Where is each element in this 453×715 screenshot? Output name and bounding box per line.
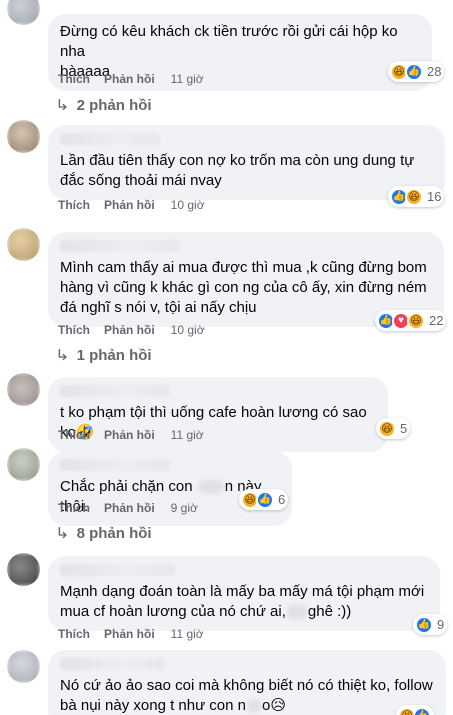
reply-button[interactable]: Phản hồi xyxy=(104,72,155,86)
redacted-word xyxy=(247,699,262,714)
replies-count: 1 phản hồi xyxy=(76,346,152,364)
haha-icon: 😆 xyxy=(405,187,423,206)
comment-bubble: Nó cứ ảo ảo sao coi mà không biết nó có … xyxy=(48,650,446,715)
avatar[interactable] xyxy=(7,553,40,586)
reaction-summary[interactable]: 😆 👍 28 xyxy=(388,61,445,82)
like-button[interactable]: Thích xyxy=(58,627,90,641)
reaction-count: 5 xyxy=(400,421,408,436)
reaction-count: 6 xyxy=(278,492,286,507)
reply-button[interactable]: Phản hồi xyxy=(104,428,155,442)
author-name-redacted[interactable] xyxy=(60,240,180,252)
like-icon: 👍 xyxy=(256,490,274,509)
comment-actions: Thích Phản hồi 10 giờ xyxy=(58,323,205,337)
author-name-redacted[interactable] xyxy=(60,459,170,471)
comment-time[interactable]: 10 giờ xyxy=(171,198,205,212)
reaction-summary[interactable]: 😆 👍 6 xyxy=(239,489,289,510)
reaction-count: 28 xyxy=(427,64,442,79)
like-button[interactable]: Thích xyxy=(58,198,90,212)
like-icon: 👍 xyxy=(405,62,423,81)
replies-count: 8 phản hồi xyxy=(76,524,152,542)
comment-text: Lần đầu tiên thấy con nợ ko trốn ma còn … xyxy=(60,152,415,189)
reaction-count: 16 xyxy=(427,189,442,204)
comment-actions: Thích Phản hồi 9 giờ xyxy=(58,501,198,515)
haha-icon: 😆 xyxy=(407,311,425,330)
comment-text: Mình cam thấy ai mua được thì mua ,k cũn… xyxy=(60,259,427,316)
view-replies-link[interactable]: ↳ 1 phản hồi xyxy=(55,346,152,365)
reply-arrow-icon: ↳ xyxy=(55,97,70,114)
like-button[interactable]: Thích xyxy=(58,501,90,515)
like-icon: 👍 xyxy=(415,615,433,634)
reaction-summary[interactable]: 😆 5 xyxy=(376,418,411,439)
like-button[interactable]: Thích xyxy=(58,72,90,86)
avatar[interactable] xyxy=(7,650,40,683)
reaction-summary[interactable]: 👍 😆 16 xyxy=(388,186,445,207)
comment-actions: Thích Phản hồi 11 giờ xyxy=(58,428,204,442)
comment-actions: Thích Phản hồi 11 giờ xyxy=(58,72,204,86)
reply-button[interactable]: Phản hồi xyxy=(104,627,155,641)
comment-time[interactable]: 11 giờ xyxy=(171,72,204,86)
comment-text: Nó cứ ảo ảo sao coi mà không biết nó có … xyxy=(60,677,433,714)
author-name-redacted[interactable] xyxy=(60,133,160,145)
reaction-count: 22 xyxy=(429,313,444,328)
comment-bubble: Lần đầu tiên thấy con nợ ko trốn ma còn … xyxy=(48,125,445,200)
view-replies-link[interactable]: ↳ 2 phản hồi xyxy=(55,96,152,115)
reply-button[interactable]: Phản hồi xyxy=(104,323,155,337)
comment-text: Mạnh dạng đoán toàn là mấy ba mấy má tội… xyxy=(60,583,425,620)
redacted-word xyxy=(286,605,307,620)
redacted-word xyxy=(197,480,224,495)
author-name-redacted[interactable] xyxy=(60,658,165,670)
comment-actions: Thích Phản hồi 11 giờ xyxy=(58,627,204,641)
reaction-summary[interactable]: 👍 ♥ 😆 22 xyxy=(375,310,447,331)
comment-time[interactable]: 9 giờ xyxy=(171,501,198,515)
comment-bubble: Mạnh dạng đoán toàn là mấy ba mấy má tội… xyxy=(48,556,440,631)
haha-icon: 😆 xyxy=(378,419,396,438)
like-button[interactable]: Thích xyxy=(58,323,90,337)
avatar[interactable] xyxy=(7,448,40,481)
reply-arrow-icon: ↳ xyxy=(55,347,70,364)
comment-actions: Thích Phản hồi 10 giờ xyxy=(58,198,205,212)
comment-time[interactable]: 11 giờ xyxy=(171,428,204,442)
avatar[interactable] xyxy=(7,373,40,406)
reply-arrow-icon: ↳ xyxy=(55,525,70,542)
reaction-summary[interactable]: 👍 9 xyxy=(413,614,448,635)
author-name-redacted[interactable] xyxy=(60,564,175,576)
like-button[interactable]: Thích xyxy=(58,428,90,442)
comment-time[interactable]: 11 giờ xyxy=(171,627,204,641)
avatar[interactable] xyxy=(7,228,40,261)
reaction-count: 9 xyxy=(437,617,445,632)
author-name-redacted[interactable] xyxy=(60,385,170,397)
reply-button[interactable]: Phản hồi xyxy=(104,198,155,212)
reaction-summary[interactable]: 😆 👍 xyxy=(396,705,434,715)
avatar[interactable] xyxy=(7,0,40,25)
reply-button[interactable]: Phản hồi xyxy=(104,501,155,515)
comment-time[interactable]: 10 giờ xyxy=(171,323,205,337)
view-replies-link[interactable]: ↳ 8 phản hồi xyxy=(55,524,152,543)
avatar[interactable] xyxy=(7,120,40,153)
like-icon: 👍 xyxy=(413,706,431,715)
replies-count: 2 phản hồi xyxy=(76,96,152,114)
